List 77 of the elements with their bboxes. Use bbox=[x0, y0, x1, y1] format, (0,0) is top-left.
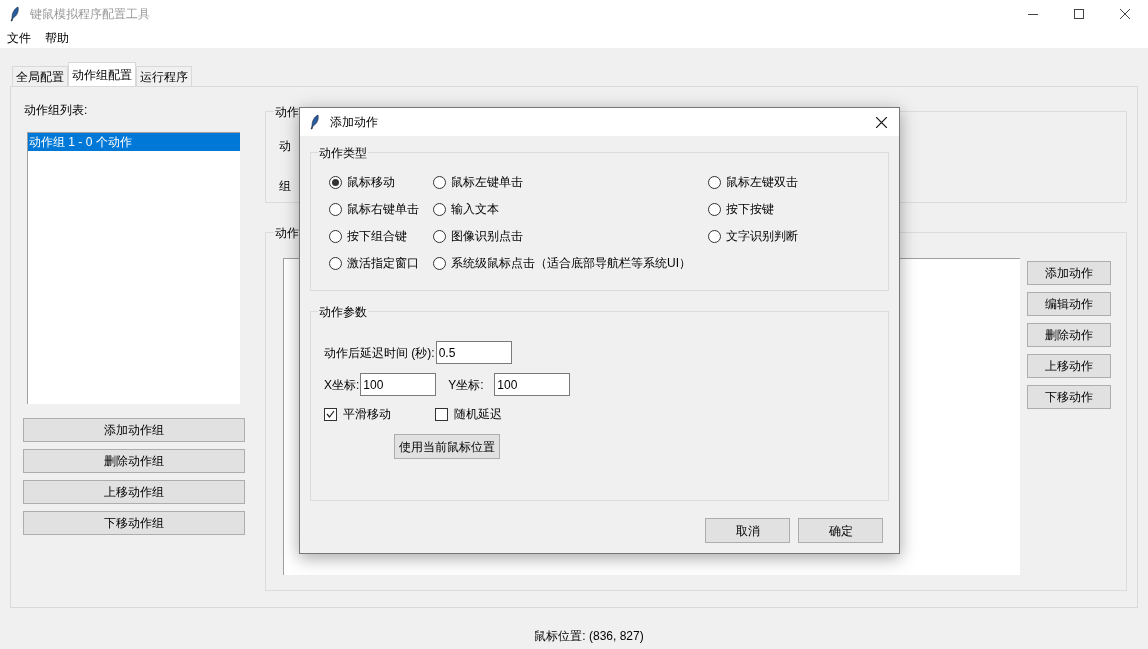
action-button[interactable]: 下移动作组 bbox=[23, 511, 245, 535]
action-button[interactable]: 上移动作组 bbox=[23, 480, 245, 504]
radio-label: 按下组合键 bbox=[347, 228, 407, 245]
radio-option[interactable]: 图像识别点击 bbox=[433, 227, 523, 245]
radio-option[interactable]: 按下组合键 bbox=[329, 227, 407, 245]
field-label: 动 bbox=[279, 138, 291, 155]
radio-label: 输入文本 bbox=[451, 201, 499, 218]
menu-item[interactable]: 文件 bbox=[7, 29, 31, 47]
radio-label: 鼠标左键双击 bbox=[726, 174, 798, 191]
radio-label: 鼠标右键单击 bbox=[347, 201, 419, 218]
action-button[interactable]: 使用当前鼠标位置 bbox=[394, 434, 500, 459]
radio-button[interactable] bbox=[329, 229, 342, 243]
frame-title: 动作 bbox=[274, 103, 300, 121]
radio-option[interactable]: 鼠标右键单击 bbox=[329, 200, 419, 218]
action-button[interactable]: 添加动作 bbox=[1027, 261, 1111, 285]
checkbox[interactable] bbox=[435, 407, 448, 421]
radio-button[interactable] bbox=[433, 229, 446, 243]
tab[interactable]: 全局配置 bbox=[12, 66, 68, 86]
field-label: 组 bbox=[279, 178, 291, 195]
checkbox-label: 随机延迟 bbox=[454, 406, 502, 423]
delay-field[interactable]: 0.5 bbox=[435, 341, 512, 364]
close-button[interactable] bbox=[873, 114, 889, 130]
radio-button[interactable] bbox=[708, 229, 721, 243]
field-label: 动作后延迟时间 (秒): bbox=[324, 344, 435, 362]
feather-icon bbox=[310, 114, 320, 130]
close-icon bbox=[1120, 9, 1130, 19]
radio-option[interactable]: 鼠标移动 bbox=[329, 173, 395, 191]
frame-title: 动作参数 bbox=[318, 303, 368, 321]
radio-button[interactable] bbox=[708, 175, 721, 189]
field-label: X坐标: bbox=[324, 376, 360, 394]
frame-title: 动作类型 bbox=[318, 144, 368, 162]
minimize-icon bbox=[1028, 13, 1038, 15]
checkbox-label: 平滑移动 bbox=[343, 406, 391, 423]
action-button[interactable]: 删除动作组 bbox=[23, 449, 245, 473]
radio-option[interactable]: 文字识别判断 bbox=[708, 227, 798, 245]
radio-option[interactable]: 输入文本 bbox=[433, 200, 499, 218]
action-button[interactable]: 取消 bbox=[705, 518, 790, 543]
x-field[interactable]: 100 bbox=[360, 373, 437, 396]
y-field[interactable]: 100 bbox=[494, 373, 571, 396]
radio-label: 文字识别判断 bbox=[726, 228, 798, 245]
action-button[interactable]: 编辑动作 bbox=[1027, 292, 1111, 316]
radio-button[interactable] bbox=[433, 175, 446, 189]
action-button[interactable]: 添加动作组 bbox=[23, 418, 245, 442]
radio-label: 按下按键 bbox=[726, 201, 774, 218]
radio-option[interactable]: 按下按键 bbox=[708, 200, 774, 218]
action-button[interactable]: 删除动作 bbox=[1027, 323, 1111, 347]
window-title: 键鼠模拟程序配置工具 bbox=[30, 6, 150, 23]
list-item[interactable]: 动作组 1 - 0 个动作 bbox=[28, 133, 240, 151]
menu-item[interactable]: 帮助 bbox=[45, 29, 69, 47]
status-text: 鼠标位置: (836, 827) bbox=[534, 628, 644, 645]
action-button[interactable]: 下移动作 bbox=[1027, 385, 1111, 409]
feather-icon bbox=[10, 6, 20, 22]
field-label: Y坐标: bbox=[448, 376, 485, 394]
radio-button[interactable] bbox=[708, 202, 721, 216]
action-button[interactable]: 确定 bbox=[798, 518, 883, 543]
radio-button[interactable] bbox=[433, 202, 446, 216]
radio-label: 鼠标左键单击 bbox=[451, 174, 523, 191]
close-icon bbox=[875, 116, 887, 128]
radio-label: 鼠标移动 bbox=[347, 174, 395, 191]
action-button[interactable]: 上移动作 bbox=[1027, 354, 1111, 378]
tab[interactable]: 运行程序 bbox=[136, 66, 192, 86]
radio-button[interactable] bbox=[329, 175, 342, 189]
radio-option[interactable]: 鼠标左键单击 bbox=[433, 173, 523, 191]
radio-button[interactable] bbox=[329, 256, 342, 270]
radio-button[interactable] bbox=[329, 202, 342, 216]
checkbox[interactable] bbox=[324, 407, 337, 421]
radio-label: 激活指定窗口 bbox=[347, 255, 419, 272]
radio-label: 图像识别点击 bbox=[451, 228, 523, 245]
radio-button[interactable] bbox=[433, 256, 446, 270]
tab[interactable]: 动作组配置 bbox=[68, 62, 136, 86]
frame-title: 动作 bbox=[274, 224, 300, 242]
radio-option[interactable]: 鼠标左键双击 bbox=[708, 173, 798, 191]
dialog-title: 添加动作 bbox=[330, 114, 378, 131]
radio-option[interactable]: 激活指定窗口 bbox=[329, 254, 419, 272]
check-icon bbox=[326, 410, 335, 418]
list-label: 动作组列表: bbox=[24, 102, 89, 119]
maximize-icon bbox=[1074, 9, 1084, 19]
